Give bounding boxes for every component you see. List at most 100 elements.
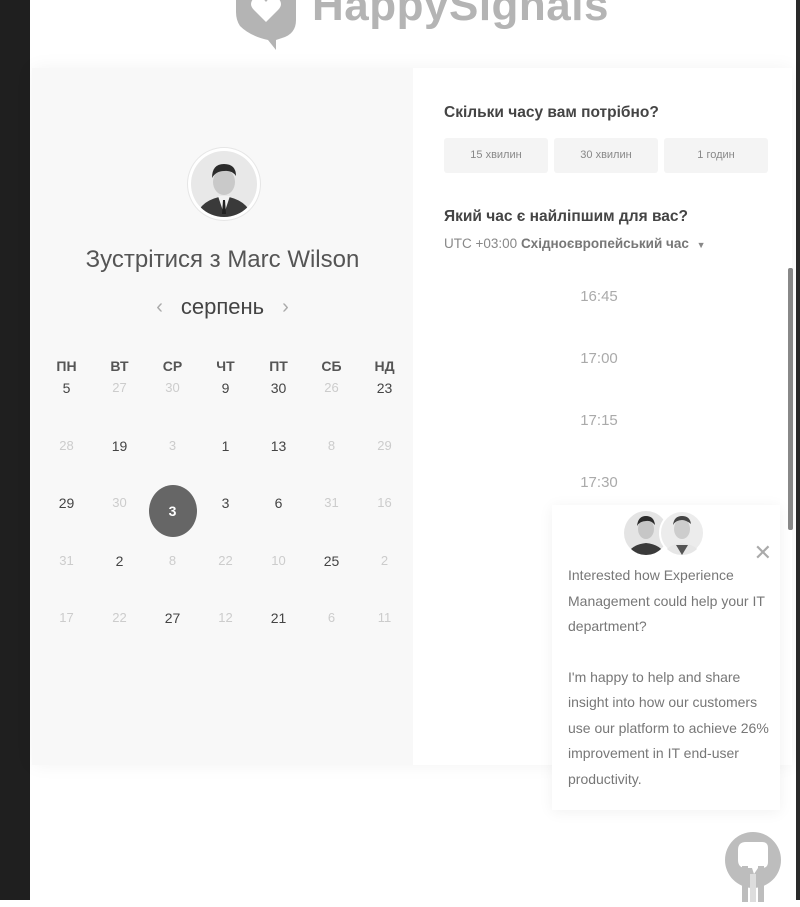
calendar-day[interactable]: 25: [305, 551, 358, 609]
time-slot[interactable]: 17:00: [444, 330, 754, 392]
calendar-day: 12: [199, 608, 252, 666]
calendar-day: 26: [305, 378, 358, 436]
calendar-day[interactable]: 21: [252, 608, 305, 666]
calendar-week: 17 22 27 12 21 6 11: [40, 608, 411, 666]
weekday-label: ВТ: [110, 358, 129, 374]
month-label: серпень: [180, 294, 265, 319]
calendar-day-number: 10: [271, 552, 286, 568]
calendar-day-number: 22: [112, 610, 127, 625]
host-panel: Зустрітися з Marc Wilson ‹ серпень › ПН …: [32, 68, 413, 765]
calendar-day-number: 21: [270, 610, 287, 626]
calendar-day-number: 29: [58, 495, 75, 511]
calendar-day-number: 30: [112, 495, 127, 510]
calendar-day-number: 5: [62, 380, 71, 396]
calendar-day-number: 8: [168, 552, 177, 568]
timezone-select[interactable]: UTC +03:00 Східноєвропейський час ▼: [444, 236, 706, 251]
calendar-day-number: 1: [221, 437, 230, 454]
weekday-label: ЧТ: [216, 358, 235, 374]
duration-30-button[interactable]: 30 хвилин: [554, 138, 658, 173]
calendar-day-number: 2: [380, 552, 389, 568]
calendar-day-number: 6: [327, 610, 336, 625]
calendar-day[interactable]: 23: [358, 378, 411, 436]
window-right-edge: [796, 0, 800, 900]
weekday-label: СР: [162, 358, 183, 374]
calendar-day[interactable]: 29: [40, 493, 93, 551]
calendar-day: 22: [93, 608, 146, 666]
duration-60-button[interactable]: 1 годин: [664, 138, 768, 173]
calendar-week: 5 27 30 9 30 26 23: [40, 378, 411, 436]
calendar-day[interactable]: 3: [199, 493, 252, 551]
weekday-label: ПТ: [269, 358, 288, 374]
chat-agent-avatars: [624, 507, 710, 557]
calendar-day[interactable]: 19: [93, 436, 146, 494]
calendar-day-number: 23: [376, 380, 393, 396]
chat-message: Interested how Experience Management cou…: [568, 563, 773, 792]
caret-down-icon: ▼: [696, 240, 706, 250]
calendar-day[interactable]: 30: [252, 378, 305, 436]
calendar-day-number: 12: [218, 610, 233, 625]
calendar-day: 2: [358, 551, 411, 609]
calendar-day: 30: [146, 378, 199, 436]
calendar-week: 29 30 3 3 6 31 16: [40, 485, 411, 551]
time-slot-list[interactable]: 16:45 17:00 17:15 17:30: [444, 268, 754, 532]
chevron-right-icon[interactable]: ›: [282, 296, 289, 319]
calendar-day: 11: [358, 608, 411, 666]
calendar-day: 6: [305, 608, 358, 666]
time-question: Який час є найліпшим для вас?: [444, 208, 688, 225]
calendar-day-selected[interactable]: 3: [146, 485, 199, 551]
calendar-day[interactable]: 27: [146, 608, 199, 666]
calendar-week: 31 2 8 22 10 25 2: [40, 551, 411, 609]
calendar-day: 28: [40, 436, 93, 494]
calendar-day-number: 28: [59, 437, 74, 453]
calendar-day[interactable]: 2: [93, 551, 146, 609]
duration-15-button[interactable]: 15 хвилин: [444, 138, 548, 173]
calendar-day: 8: [146, 551, 199, 609]
calendar-day[interactable]: 6: [252, 493, 305, 551]
calendar-day-number: 30: [165, 380, 180, 395]
calendar-day-number: 19: [111, 437, 128, 454]
chevron-left-icon[interactable]: ‹: [156, 296, 163, 319]
calendar-day-number: 17: [59, 610, 74, 625]
calendar-day-number: 3: [168, 437, 177, 453]
calendar-day-number: 3: [221, 495, 230, 511]
calendar-day-number: 30: [270, 380, 287, 396]
calendar-day: 10: [252, 551, 305, 609]
calendar-day-number: 29: [377, 437, 392, 453]
calendar-day-number: 8: [327, 437, 336, 453]
calendar-day[interactable]: 1: [199, 436, 252, 494]
chat-message-2: I'm happy to help and share insight into…: [568, 668, 769, 787]
timezone-offset: UTC +03:00: [444, 236, 518, 251]
calendar-day-number: 31: [59, 552, 74, 568]
calendar-day-number: 9: [221, 380, 230, 396]
calendar-day[interactable]: 13: [252, 436, 305, 494]
chat-launcher-icon[interactable]: [724, 830, 782, 902]
duration-question: Скільки часу вам потрібно?: [444, 104, 659, 121]
close-icon[interactable]: ✕: [754, 542, 772, 564]
calendar-day: 31: [40, 551, 93, 609]
weekday-header: ПН ВТ СР ЧТ ПТ СБ НД: [40, 358, 411, 378]
calendar-week: 28 19 3 1 13 8 29: [40, 436, 411, 494]
weekday-label: СБ: [321, 358, 342, 374]
calendar-day: 27: [93, 378, 146, 436]
host-avatar: [188, 148, 260, 220]
host-title: Зустрітися з Marc Wilson: [32, 246, 413, 274]
time-list-scrollbar[interactable]: [788, 268, 793, 530]
calendar-day-number: 3: [148, 485, 197, 537]
calendar-day-number: 6: [274, 495, 283, 511]
calendar-day-number: 27: [112, 380, 127, 395]
calendar-day: 16: [358, 493, 411, 551]
duration-options: 15 хвилин 30 хвилин 1 годин: [444, 138, 768, 173]
chat-popup: ✕ Interested how Experience Management c…: [552, 505, 780, 810]
calendar-day[interactable]: 5: [40, 378, 93, 436]
calendar-day-number: 31: [324, 495, 339, 510]
speech-bubble-heart-icon: [232, 0, 300, 50]
calendar-day-number: 11: [377, 610, 392, 625]
calendar-day[interactable]: 9: [199, 378, 252, 436]
calendar-day: 31: [305, 493, 358, 551]
time-slot[interactable]: 17:15: [444, 392, 754, 454]
calendar-day-number: 2: [115, 552, 124, 569]
time-slot[interactable]: 16:45: [444, 268, 754, 330]
calendar-day-number: 25: [323, 552, 340, 569]
calendar-day-number: 27: [164, 610, 181, 626]
host-title-prefix: Зустрітися з: [85, 246, 221, 273]
